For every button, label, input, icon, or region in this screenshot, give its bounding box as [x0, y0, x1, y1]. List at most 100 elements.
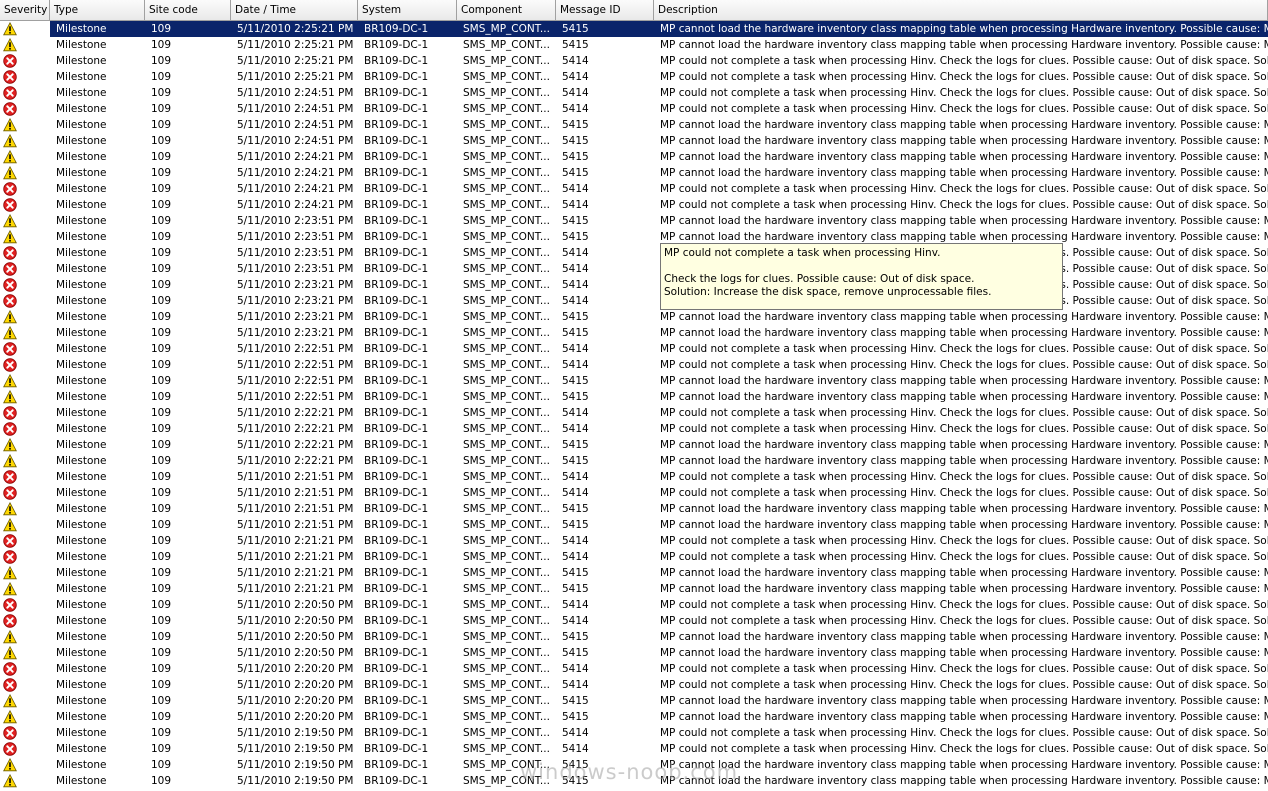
- column-header-severity[interactable]: Severity: [0, 0, 50, 20]
- cell-type: Milestone: [56, 503, 107, 515]
- cell-component: SMS_MP_CONT...: [463, 55, 550, 67]
- error-icon: [3, 198, 17, 212]
- table-row[interactable]: Milestone 109 5/11/2010 2:21:51 PM BR109-DC…: [0, 501, 1268, 517]
- cell-msgid: 5414: [562, 423, 589, 435]
- cell-severity: [0, 309, 50, 325]
- cell-msgid: 5415: [562, 167, 589, 179]
- cell-severity: [0, 421, 50, 437]
- cell-datetime: 5/11/2010 2:19:50 PM: [237, 743, 354, 755]
- table-row[interactable]: Milestone 109 5/11/2010 2:22:51 PM BR109-DC…: [0, 389, 1268, 405]
- table-row[interactable]: Milestone 109 5/11/2010 2:21:21 PM BR109-DC…: [0, 549, 1268, 565]
- cell-type: Milestone: [56, 535, 107, 547]
- table-row[interactable]: Milestone 109 5/11/2010 2:25:21 PM BR109-DC…: [0, 37, 1268, 53]
- cell-site: 109: [151, 39, 172, 51]
- cell-site: 109: [151, 471, 172, 483]
- status-message-list[interactable]: Milestone 109 5/11/2010 2:25:21 PM BR109-DC…: [0, 21, 1268, 789]
- cell-severity: [0, 645, 50, 661]
- cell-description: MP could not complete a task when proces…: [660, 535, 1268, 547]
- cell-site: 109: [151, 247, 172, 259]
- table-row[interactable]: Milestone 109 5/11/2010 2:22:51 PM BR109-DC…: [0, 357, 1268, 373]
- table-row[interactable]: Milestone 109 5/11/2010 2:21:51 PM BR109-DC…: [0, 485, 1268, 501]
- cell-component: SMS_MP_CONT...: [463, 647, 550, 659]
- table-row[interactable]: Milestone 109 5/11/2010 2:21:51 PM BR109-DC…: [0, 469, 1268, 485]
- table-row[interactable]: Milestone 109 5/11/2010 2:25:21 PM BR109-DC…: [0, 53, 1268, 69]
- table-row[interactable]: Milestone 109 5/11/2010 2:20:20 PM BR109-DC…: [0, 709, 1268, 725]
- cell-component: SMS_MP_CONT...: [463, 727, 550, 739]
- table-row[interactable]: Milestone 109 5/11/2010 2:22:21 PM BR109-DC…: [0, 437, 1268, 453]
- table-row[interactable]: Milestone 109 5/11/2010 2:25:21 PM BR109-DC…: [0, 21, 1268, 37]
- table-row[interactable]: Milestone 109 5/11/2010 2:23:21 PM BR109-DC…: [0, 309, 1268, 325]
- table-row[interactable]: Milestone 109 5/11/2010 2:25:21 PM BR109-DC…: [0, 69, 1268, 85]
- cell-severity: [0, 693, 50, 709]
- table-row[interactable]: Milestone 109 5/11/2010 2:20:20 PM BR109-DC…: [0, 677, 1268, 693]
- column-header-desc[interactable]: Description: [654, 0, 1268, 20]
- cell-component: SMS_MP_CONT...: [463, 391, 550, 403]
- cell-datetime: 5/11/2010 2:24:21 PM: [237, 199, 354, 211]
- cell-severity: [0, 581, 50, 597]
- column-header-msgid[interactable]: Message ID: [556, 0, 654, 20]
- cell-system: BR109-DC-1: [364, 519, 429, 531]
- table-row[interactable]: Milestone 109 5/11/2010 2:20:50 PM BR109-DC…: [0, 629, 1268, 645]
- cell-severity: [0, 501, 50, 517]
- cell-type: Milestone: [56, 631, 107, 643]
- table-row[interactable]: Milestone 109 5/11/2010 2:23:21 PM BR109-DC…: [0, 277, 1268, 293]
- table-row[interactable]: Milestone 109 5/11/2010 2:19:50 PM BR109-DC…: [0, 725, 1268, 741]
- table-row[interactable]: Milestone 109 5/11/2010 2:23:51 PM BR109-DC…: [0, 245, 1268, 261]
- table-row[interactable]: Milestone 109 5/11/2010 2:21:51 PM BR109-DC…: [0, 517, 1268, 533]
- table-row[interactable]: Milestone 109 5/11/2010 2:22:21 PM BR109-DC…: [0, 421, 1268, 437]
- table-row[interactable]: Milestone 109 5/11/2010 2:20:20 PM BR109-DC…: [0, 661, 1268, 677]
- cell-component: SMS_MP_CONT...: [463, 359, 550, 371]
- table-row[interactable]: Milestone 109 5/11/2010 2:23:51 PM BR109-DC…: [0, 229, 1268, 245]
- cell-type: Milestone: [56, 727, 107, 739]
- cell-type: Milestone: [56, 375, 107, 387]
- table-row[interactable]: Milestone 109 5/11/2010 2:24:51 PM BR109-DC…: [0, 133, 1268, 149]
- cell-system: BR109-DC-1: [364, 311, 429, 323]
- table-row[interactable]: Milestone 109 5/11/2010 2:20:50 PM BR109-DC…: [0, 645, 1268, 661]
- table-row[interactable]: Milestone 109 5/11/2010 2:21:21 PM BR109-DC…: [0, 581, 1268, 597]
- table-row[interactable]: Milestone 109 5/11/2010 2:24:21 PM BR109-DC…: [0, 149, 1268, 165]
- table-row[interactable]: Milestone 109 5/11/2010 2:23:51 PM BR109-DC…: [0, 213, 1268, 229]
- cell-site: 109: [151, 183, 172, 195]
- table-row[interactable]: Milestone 109 5/11/2010 2:24:21 PM BR109-DC…: [0, 165, 1268, 181]
- table-row[interactable]: Milestone 109 5/11/2010 2:23:21 PM BR109-DC…: [0, 325, 1268, 341]
- column-header-datetime[interactable]: Date / Time: [231, 0, 358, 20]
- table-row[interactable]: Milestone 109 5/11/2010 2:20:50 PM BR109-DC…: [0, 613, 1268, 629]
- cell-description: MP cannot load the hardware inventory cl…: [660, 503, 1268, 515]
- table-row[interactable]: Milestone 109 5/11/2010 2:24:51 PM BR109-DC…: [0, 101, 1268, 117]
- cell-site: 109: [151, 503, 172, 515]
- table-row[interactable]: Milestone 109 5/11/2010 2:20:50 PM BR109-DC…: [0, 597, 1268, 613]
- table-row[interactable]: Milestone 109 5/11/2010 2:22:51 PM BR109-DC…: [0, 373, 1268, 389]
- cell-severity: [0, 69, 50, 85]
- table-row[interactable]: Milestone 109 5/11/2010 2:20:20 PM BR109-DC…: [0, 693, 1268, 709]
- table-row[interactable]: Milestone 109 5/11/2010 2:21:21 PM BR109-DC…: [0, 565, 1268, 581]
- table-row[interactable]: Milestone 109 5/11/2010 2:22:21 PM BR109-DC…: [0, 453, 1268, 469]
- cell-system: BR109-DC-1: [364, 199, 429, 211]
- table-row[interactable]: Milestone 109 5/11/2010 2:23:51 PM BR109-DC…: [0, 261, 1268, 277]
- cell-site: 109: [151, 583, 172, 595]
- cell-site: 109: [151, 615, 172, 627]
- table-row[interactable]: Milestone 109 5/11/2010 2:24:51 PM BR109-DC…: [0, 117, 1268, 133]
- cell-severity: [0, 549, 50, 565]
- cell-description: MP cannot load the hardware inventory cl…: [660, 631, 1268, 643]
- table-row[interactable]: Milestone 109 5/11/2010 2:24:51 PM BR109-DC…: [0, 85, 1268, 101]
- cell-site: 109: [151, 727, 172, 739]
- cell-type: Milestone: [56, 71, 107, 83]
- cell-description: MP cannot load the hardware inventory cl…: [660, 215, 1268, 227]
- table-row[interactable]: Milestone 109 5/11/2010 2:23:21 PM BR109-DC…: [0, 293, 1268, 309]
- cell-datetime: 5/11/2010 2:20:20 PM: [237, 695, 354, 707]
- cell-datetime: 5/11/2010 2:21:51 PM: [237, 503, 354, 515]
- cell-severity: [0, 517, 50, 533]
- table-row[interactable]: Milestone 109 5/11/2010 2:24:21 PM BR109-DC…: [0, 181, 1268, 197]
- table-row[interactable]: Milestone 109 5/11/2010 2:19:50 PM BR109-DC…: [0, 741, 1268, 757]
- column-header-site[interactable]: Site code: [145, 0, 231, 20]
- table-row[interactable]: Milestone 109 5/11/2010 2:22:51 PM BR109-DC…: [0, 341, 1268, 357]
- table-row[interactable]: Milestone 109 5/11/2010 2:21:21 PM BR109-DC…: [0, 533, 1268, 549]
- cell-system: BR109-DC-1: [364, 503, 429, 515]
- cell-description: MP cannot load the hardware inventory cl…: [660, 567, 1268, 579]
- column-header-system[interactable]: System: [358, 0, 457, 20]
- table-row[interactable]: Milestone 109 5/11/2010 2:24:21 PM BR109-DC…: [0, 197, 1268, 213]
- column-header-component[interactable]: Component: [457, 0, 556, 20]
- column-header-type[interactable]: Type: [50, 0, 145, 20]
- warning-icon: [3, 326, 17, 340]
- table-row[interactable]: Milestone 109 5/11/2010 2:22:21 PM BR109-DC…: [0, 405, 1268, 421]
